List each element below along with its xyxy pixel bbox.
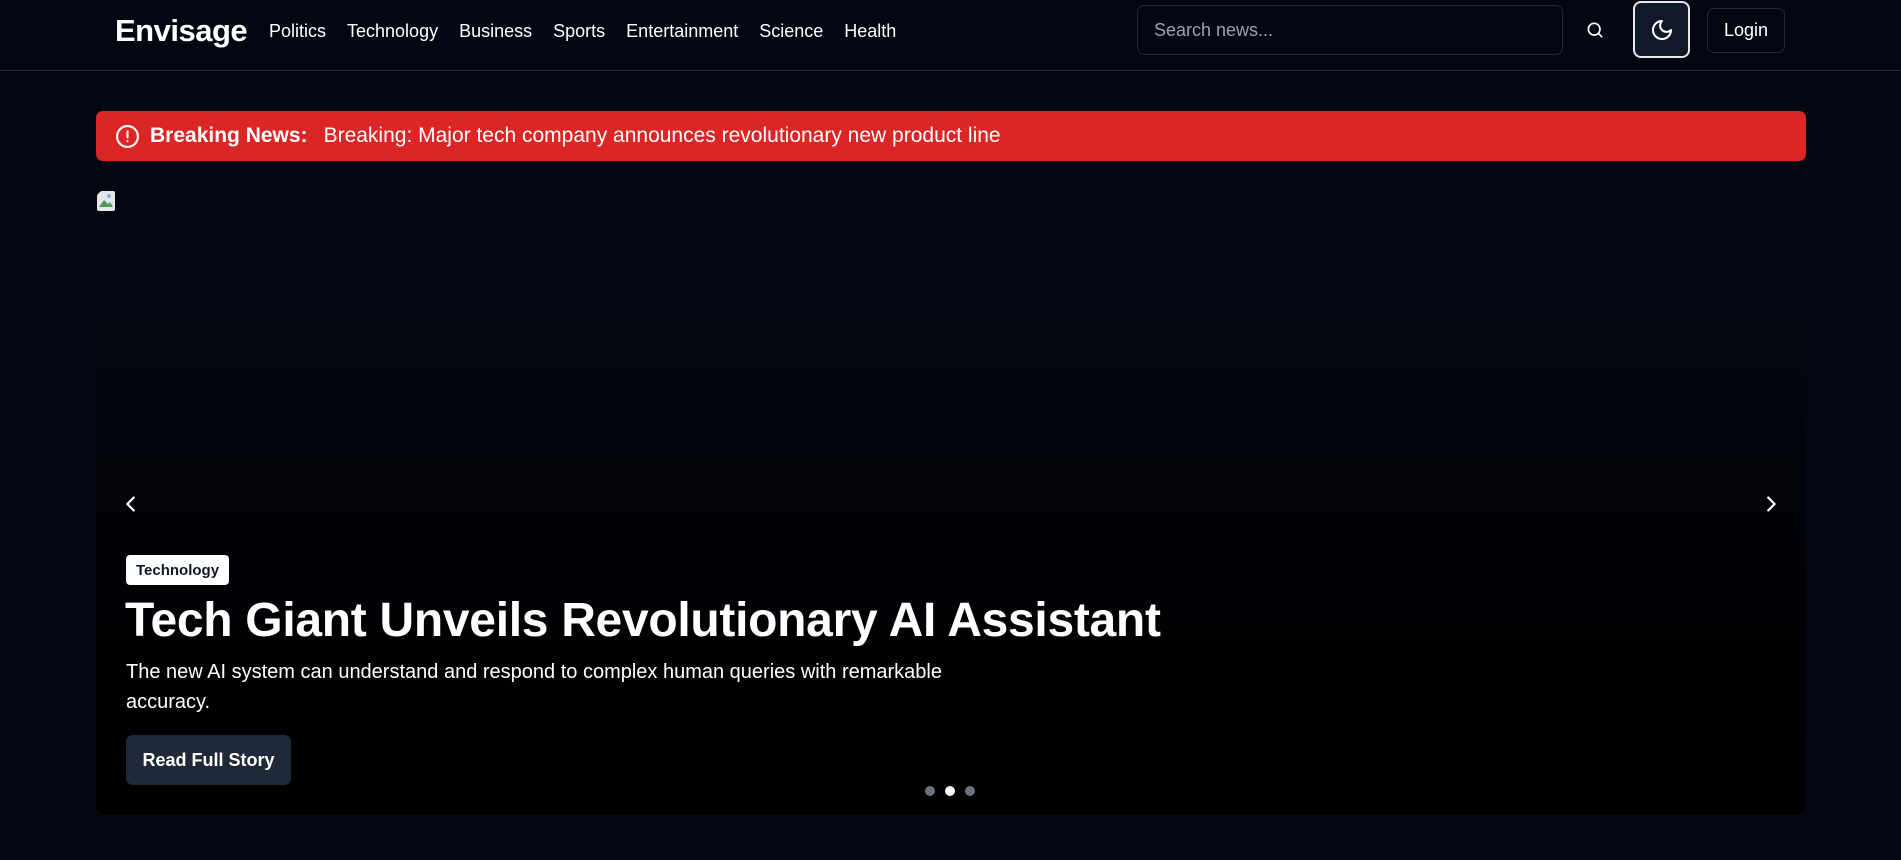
category-badge: Technology	[126, 555, 230, 585]
carousel-dot[interactable]	[965, 786, 975, 796]
alert-circle-icon	[116, 124, 139, 148]
nav-item-entertainment[interactable]: Entertainment	[626, 19, 738, 43]
carousel-next-button[interactable]	[1747, 480, 1795, 528]
read-full-story-button[interactable]: Read Full Story	[126, 735, 291, 785]
hero-description: The new AI system can understand and res…	[126, 661, 942, 713]
breaking-news-banner: Breaking News: Breaking: Major tech comp…	[96, 111, 1806, 161]
nav-item-science[interactable]: Science	[759, 19, 823, 43]
search-icon	[1587, 22, 1603, 38]
nav-item-health[interactable]: Health	[844, 19, 896, 43]
chevron-right-icon	[1767, 496, 1776, 512]
search-button[interactable]	[1578, 10, 1612, 50]
top-navbar: Envisage Politics Technology Business Sp…	[0, 0, 1901, 71]
login-button[interactable]: Login	[1707, 8, 1785, 53]
nav-item-technology[interactable]: Technology	[347, 19, 438, 43]
chevron-left-icon	[126, 496, 135, 512]
search-input[interactable]	[1137, 5, 1563, 55]
nav-item-sports[interactable]: Sports	[553, 19, 605, 43]
moon-icon	[1651, 19, 1672, 40]
nav-item-politics[interactable]: Politics	[269, 19, 326, 43]
breaking-news-text[interactable]: Breaking: Major tech company announces r…	[324, 124, 1001, 148]
hero-title: Tech Giant Unveils Revolutionary AI Assi…	[125, 594, 1161, 647]
carousel-dot-active[interactable]	[945, 786, 955, 796]
carousel-indicators	[925, 786, 975, 796]
broken-image-icon	[97, 191, 115, 211]
carousel-prev-button[interactable]	[107, 480, 155, 528]
main-nav: Politics Technology Business Sports Ente…	[269, 19, 917, 43]
brand-logo[interactable]: Envisage	[115, 12, 248, 50]
carousel-dot[interactable]	[925, 786, 935, 796]
breaking-news-label: Breaking News:	[150, 124, 308, 147]
hero-carousel: Technology Tech Giant Unveils Revolution…	[96, 190, 1806, 815]
nav-item-business[interactable]: Business	[459, 19, 532, 43]
theme-toggle-button[interactable]	[1633, 1, 1690, 58]
